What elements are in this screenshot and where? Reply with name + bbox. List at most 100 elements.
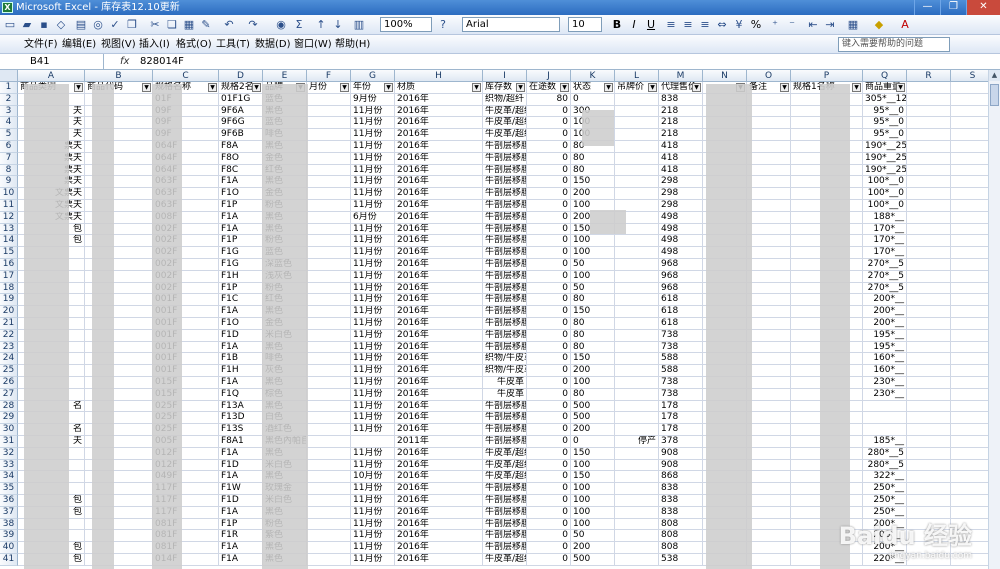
table-cell[interactable]: 0	[527, 235, 571, 248]
row-header[interactable]: 36	[0, 495, 18, 507]
table-cell[interactable]	[747, 447, 791, 460]
table-cell[interactable]: 11月份	[351, 365, 395, 377]
table-cell[interactable]: F1A	[219, 306, 263, 318]
table-cell[interactable]	[747, 495, 791, 507]
spelling-icon[interactable]: ✓	[108, 18, 122, 32]
table-cell[interactable]: 0	[527, 152, 571, 165]
table-cell[interactable]	[747, 471, 791, 484]
worksheet-grid[interactable]: ABCDEFGHIJKLMNOPQRS1商品类别▼商品代码▼规格名称▼规格2名▼…	[0, 70, 1000, 569]
table-cell[interactable]	[307, 176, 351, 189]
table-cell[interactable]: F1P	[219, 200, 263, 212]
table-cell[interactable]	[747, 530, 791, 543]
table-cell[interactable]: F1A	[219, 341, 263, 354]
table-cell[interactable]: 0	[527, 483, 571, 495]
table-cell[interactable]: 538	[659, 554, 703, 566]
row-header[interactable]: 41	[0, 554, 18, 566]
table-cell[interactable]: 80	[571, 152, 615, 165]
table-cell[interactable]	[907, 483, 951, 495]
increase-indent-icon[interactable]: ⇥	[823, 18, 837, 32]
table-cell[interactable]	[307, 211, 351, 224]
table-cell[interactable]: 11月份	[351, 270, 395, 283]
print-preview-icon[interactable]: ◎	[91, 18, 105, 32]
table-cell[interactable]: F13A	[219, 400, 263, 413]
currency-icon[interactable]: ¥	[732, 18, 746, 32]
table-cell[interactable]	[907, 400, 951, 413]
menu-format[interactable]: 格式(O)	[176, 38, 212, 52]
table-cell[interactable]	[307, 141, 351, 153]
table-cell[interactable]: 2016年	[395, 259, 483, 271]
table-cell[interactable]	[747, 294, 791, 307]
table-cell[interactable]: 11月份	[351, 117, 395, 130]
table-cell[interactable]: 2016年	[395, 400, 483, 413]
table-cell[interactable]	[307, 353, 351, 366]
table-cell[interactable]	[307, 270, 351, 283]
table-cell[interactable]: 2016年	[395, 377, 483, 389]
table-cell[interactable]: 牛剖层移膜革/超纤	[483, 530, 527, 543]
table-cell[interactable]: 11月份	[351, 495, 395, 507]
table-cell[interactable]: 11月份	[351, 152, 395, 165]
table-cell[interactable]: 500	[571, 400, 615, 413]
table-cell[interactable]: 牛剖层移膜革/超纤	[483, 223, 527, 236]
table-cell[interactable]: F1B	[219, 353, 263, 366]
table-cell[interactable]: F1D	[219, 495, 263, 507]
table-cell[interactable]	[907, 152, 951, 165]
table-cell[interactable]	[615, 341, 659, 354]
table-cell[interactable]: 牛剖层移膜革/超纤	[483, 506, 527, 519]
table-cell[interactable]: 0	[527, 141, 571, 153]
table-cell[interactable]: 2016年	[395, 365, 483, 377]
table-cell[interactable]: F1D	[219, 459, 263, 472]
table-cell[interactable]: 160*__	[863, 353, 907, 366]
header-cell[interactable]: 月份 ▼	[307, 82, 351, 94]
table-cell[interactable]: 188*__	[863, 211, 907, 224]
table-cell[interactable]: 0	[527, 471, 571, 484]
table-cell[interactable]: 95*__0	[863, 105, 907, 118]
table-cell[interactable]: F1G	[219, 259, 263, 271]
table-cell[interactable]: 2016年	[395, 129, 483, 141]
table-cell[interactable]: 2016年	[395, 424, 483, 436]
menu-edit[interactable]: 编辑(E)	[62, 38, 96, 52]
row-header[interactable]: 11	[0, 200, 18, 212]
header-cell[interactable]: 年份 ▼	[351, 82, 395, 94]
print-icon[interactable]: ▤	[74, 18, 88, 32]
table-cell[interactable]: F1A	[219, 471, 263, 484]
table-cell[interactable]: 牛皮革/超纤	[483, 459, 527, 472]
table-cell[interactable]	[307, 483, 351, 495]
table-cell[interactable]	[747, 235, 791, 248]
table-cell[interactable]: 618	[659, 306, 703, 318]
table-cell[interactable]: F1Q	[219, 388, 263, 401]
scroll-thumb[interactable]	[990, 84, 999, 106]
table-cell[interactable]	[615, 117, 659, 130]
table-cell[interactable]	[907, 129, 951, 141]
filter-dropdown-icon[interactable]: ▼	[852, 83, 861, 92]
table-cell[interactable]	[615, 235, 659, 248]
table-cell[interactable]: 2016年	[395, 105, 483, 118]
table-cell[interactable]: 2016年	[395, 554, 483, 566]
table-cell[interactable]: 11月份	[351, 329, 395, 342]
table-cell[interactable]: 100	[571, 270, 615, 283]
minimize-button[interactable]: —	[914, 0, 940, 15]
table-cell[interactable]: 100	[571, 235, 615, 248]
table-cell[interactable]	[747, 424, 791, 436]
table-cell[interactable]: 270*__5	[863, 270, 907, 283]
table-cell[interactable]: 2016年	[395, 176, 483, 189]
row-header[interactable]: 1	[0, 82, 18, 94]
table-cell[interactable]: 牛剖层移膜革/超纤	[483, 318, 527, 330]
table-cell[interactable]	[863, 412, 907, 425]
table-cell[interactable]: 50	[571, 259, 615, 271]
table-cell[interactable]: 11月份	[351, 518, 395, 531]
table-cell[interactable]	[307, 200, 351, 212]
row-header[interactable]: 8	[0, 164, 18, 177]
table-cell[interactable]	[615, 424, 659, 436]
table-cell[interactable]	[747, 259, 791, 271]
column-header[interactable]: R	[907, 70, 951, 82]
table-cell[interactable]: 738	[659, 341, 703, 354]
table-cell[interactable]	[907, 377, 951, 389]
table-cell[interactable]	[307, 471, 351, 484]
row-header[interactable]: 22	[0, 329, 18, 342]
column-header[interactable]: D	[219, 70, 263, 82]
table-cell[interactable]: 牛剖层移膜革/超纤	[483, 152, 527, 165]
table-cell[interactable]: 2016年	[395, 318, 483, 330]
table-cell[interactable]	[747, 318, 791, 330]
table-cell[interactable]: 2016年	[395, 471, 483, 484]
table-cell[interactable]: 0	[527, 424, 571, 436]
